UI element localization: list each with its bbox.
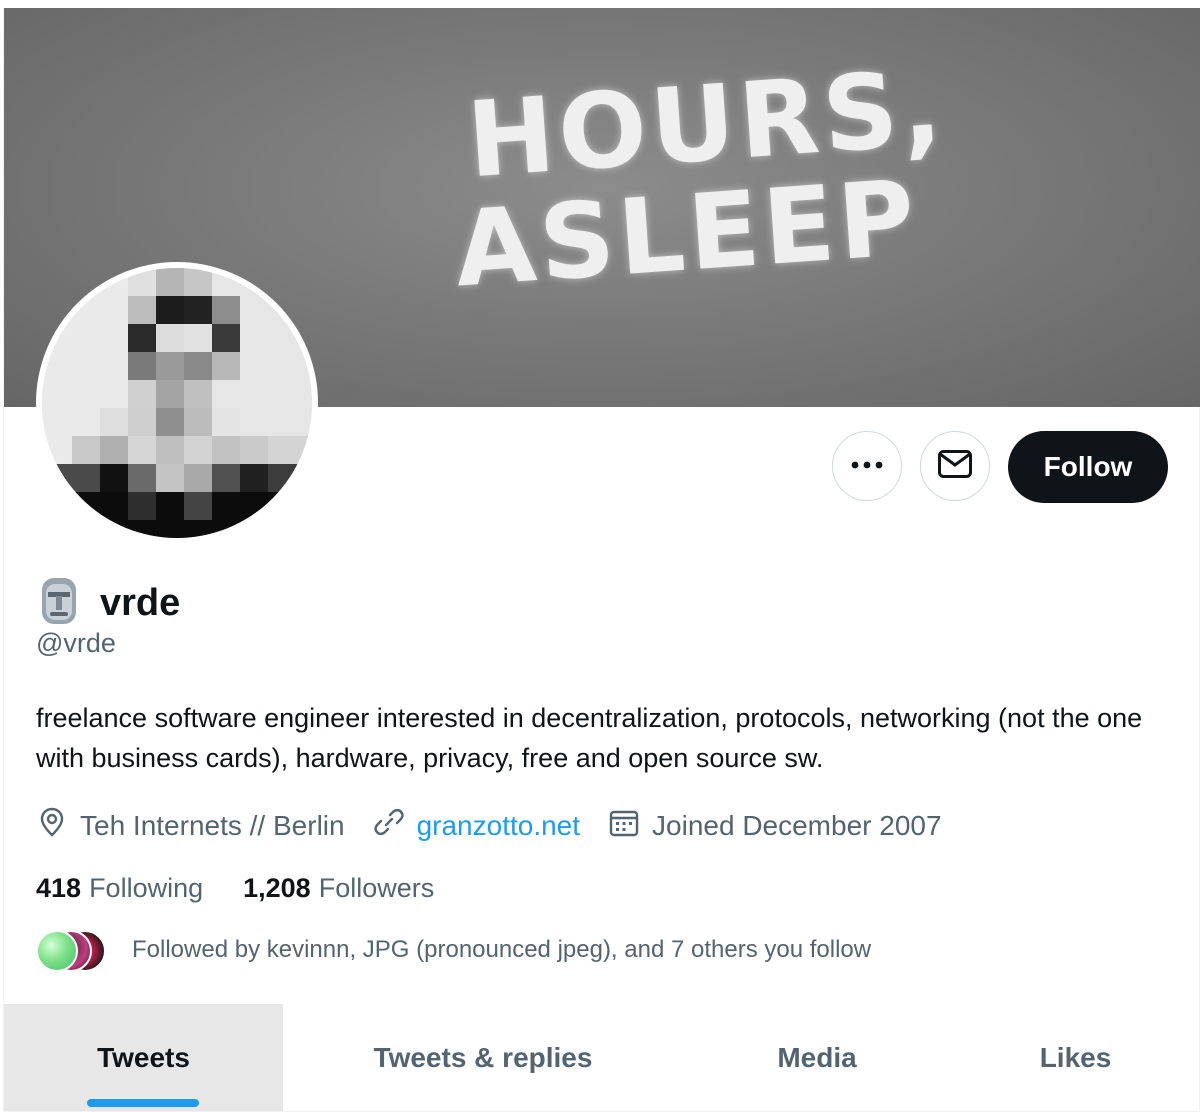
location-pin-icon (36, 806, 80, 845)
profile-name-row: vrde (36, 576, 180, 631)
joined-item: Joined December 2007 (608, 806, 942, 845)
calendar-icon (608, 806, 652, 845)
more-options-button[interactable] (832, 431, 902, 501)
avatar (36, 930, 78, 972)
followed-by-row[interactable]: Followed by kevinnn, JPG (pronounced jpe… (36, 930, 872, 972)
envelope-icon (937, 449, 973, 484)
following-label: Following (89, 873, 204, 903)
link-icon (373, 806, 417, 845)
profile-meta: Teh Internets // Berlin granzotto.net Jo… (36, 806, 970, 845)
banner-image-text: HOURS, ASLEEP (451, 46, 950, 311)
more-horizontal-icon (850, 457, 884, 475)
followers-label: Followers (318, 873, 435, 903)
joined-text: Joined December 2007 (652, 809, 942, 841)
active-tab-indicator (87, 1099, 199, 1107)
location-text: Teh Internets // Berlin (80, 809, 345, 841)
profile-counts: 418 Following 1,208 Followers (36, 873, 474, 904)
tab-tweets-replies[interactable]: Tweets & replies (283, 1004, 683, 1111)
tab-likes[interactable]: Likes (951, 1004, 1200, 1111)
following-count-link[interactable]: 418 Following (36, 873, 203, 904)
message-button[interactable] (920, 431, 990, 501)
tab-tweets[interactable]: Tweets (4, 1004, 283, 1111)
website-item[interactable]: granzotto.net (373, 806, 580, 845)
followers-count-link[interactable]: 1,208 Followers (243, 873, 434, 904)
display-name: vrde (100, 582, 181, 624)
following-count: 418 (36, 873, 82, 903)
location-item: Teh Internets // Berlin (36, 806, 345, 845)
profile-handle: @vrde (36, 628, 116, 658)
follow-button[interactable]: Follow (1008, 431, 1168, 503)
profile-tabs: Tweets Tweets & replies Media Likes (4, 1004, 1200, 1112)
followers-count: 1,208 (243, 873, 311, 903)
profile-actions: Follow (0, 431, 1202, 503)
followers-you-know-avatars (36, 930, 108, 972)
followed-by-text: Followed by kevinnn, JPG (pronounced jpe… (132, 936, 872, 963)
moai-emoji-icon (36, 576, 82, 631)
website-link[interactable]: granzotto.net (417, 810, 580, 842)
profile-bio: freelance software engineer interested i… (36, 703, 1143, 773)
tab-media[interactable]: Media (683, 1004, 951, 1111)
